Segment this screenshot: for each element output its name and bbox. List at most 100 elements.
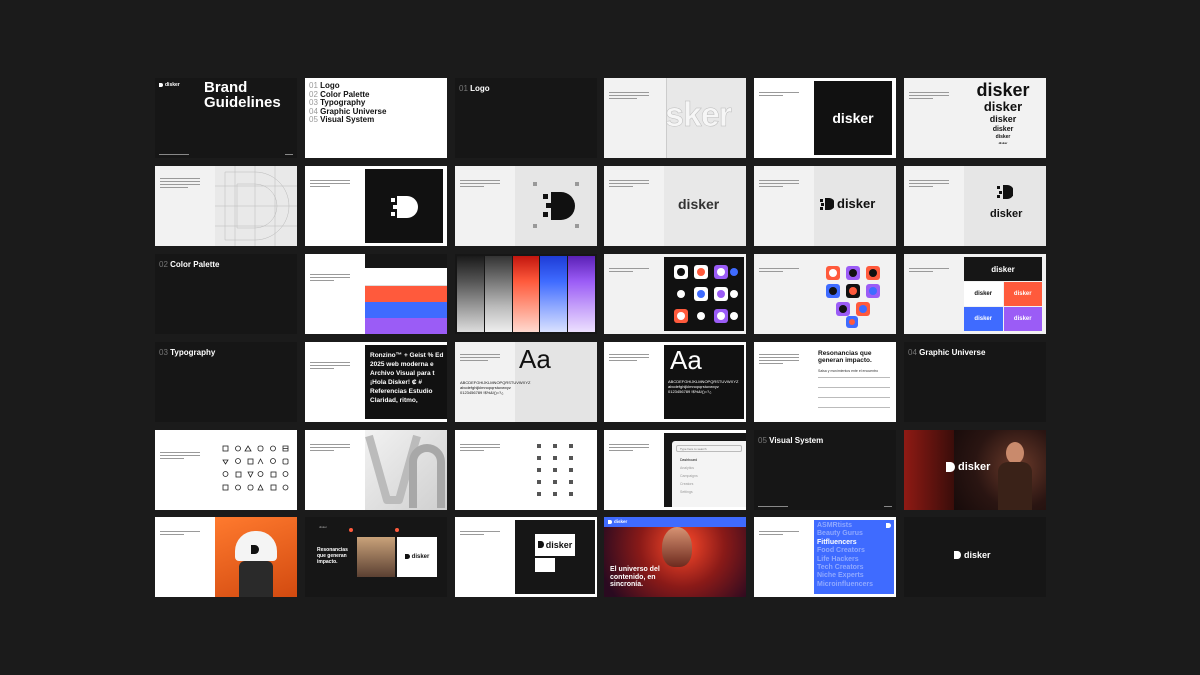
slide-iconography[interactable] <box>155 430 297 510</box>
icon-list-grid <box>537 444 573 496</box>
dot-icon <box>349 528 353 532</box>
variant-white: disker <box>964 282 1003 306</box>
slide-wordmark-clearspace[interactable]: disker <box>604 166 746 246</box>
palette-swatches <box>365 254 447 334</box>
slide-closing-logo[interactable]: disker <box>904 517 1046 597</box>
slide-ui-dashboard[interactable]: Type here to search Dashboard Analytics … <box>604 430 746 510</box>
slide-section-typography[interactable]: 03 Typography <box>155 342 297 422</box>
business-card-back <box>535 558 555 572</box>
nav-item-campaigns[interactable]: Campaigns <box>680 472 746 480</box>
slide-type-specimen[interactable]: Ronzino™ + Geist % Ed 2025 web moderna e… <box>305 342 447 422</box>
scale-gray <box>484 256 512 332</box>
type-specimen-lines: Ronzino™ + Geist % Ed 2025 web moderna e… <box>365 345 447 419</box>
slide-lockup-horizontal[interactable]: disker <box>754 166 896 246</box>
slide-color-scales[interactable] <box>455 254 597 334</box>
swatch-white <box>365 268 447 286</box>
slide-mark-grid[interactable] <box>155 166 297 246</box>
logo-variant-grid: disker disker disker disker disker <box>964 257 1042 331</box>
slide-photo-cap[interactable] <box>155 517 297 597</box>
swatch-purple <box>365 318 447 334</box>
slide-section-color[interactable]: 02 Color Palette <box>155 254 297 334</box>
nav-item-analytics[interactable]: Analytics <box>680 464 746 472</box>
variant-purple: disker <box>1003 307 1042 331</box>
slide-lockup-vertical[interactable]: disker <box>904 166 1046 246</box>
slide-toc[interactable]: 01 Logo 02 Color Palette 03 Typography 0… <box>305 78 447 158</box>
disker-mark-icon <box>886 523 891 528</box>
photo-person-body <box>998 462 1032 510</box>
hierarchy-heading: Resonancias que generan impacto. <box>818 350 872 364</box>
hierarchy-subtitle: Salsa y movimientos ente el encuentro <box>818 369 879 373</box>
disker-mark-icon <box>391 196 418 218</box>
glyph-set: ABCDEFGHIJKLMNOPQRSTUVWXYZ abcdefghijklm… <box>668 379 739 394</box>
circle-square-pattern-icon <box>674 265 738 323</box>
slide-mark-dark[interactable] <box>305 166 447 246</box>
slide-section-graphic[interactable]: 04 Graphic Universe <box>904 342 1046 422</box>
slide-creators-list[interactable]: ASMRtists Beauty Gurus Fitfluencers Food… <box>754 517 896 597</box>
swatch-orange <box>365 286 447 302</box>
body-text <box>460 354 500 363</box>
variant-orange: disker <box>1003 282 1042 306</box>
section-title: 05 Visual System <box>758 436 824 445</box>
body-text <box>160 531 200 537</box>
nav-item-settings[interactable]: Settings <box>680 488 746 496</box>
body-text <box>759 531 799 537</box>
variant-blue: disker <box>964 307 1003 331</box>
photo-person <box>239 561 273 597</box>
photo-person-face <box>1006 442 1024 464</box>
slide-section-logo[interactable]: 01 Logo <box>455 78 597 158</box>
photo-cap-bg <box>215 517 297 597</box>
toc-item: 05 Visual System <box>309 115 375 124</box>
slide-footer <box>159 154 293 155</box>
slide-logo-dark[interactable]: disker <box>754 78 896 158</box>
cover-title: Brand Guidelines <box>204 79 281 111</box>
body-text <box>759 354 799 366</box>
slide-stationery[interactable]: disker <box>455 517 597 597</box>
slide-cover[interactable]: disker Brand Guidelines <box>155 78 297 158</box>
photo-cap <box>235 531 277 561</box>
body-text <box>160 452 200 461</box>
body-text <box>310 180 350 189</box>
mockup-photo <box>357 537 395 577</box>
poster-portrait <box>662 527 692 567</box>
stationery-frame: disker <box>515 520 595 594</box>
mockup-nav: disker <box>319 525 328 529</box>
nav-item-dashboard[interactable]: Dashboard <box>680 456 746 464</box>
logo-overlay: disker <box>946 461 990 473</box>
slide-typeface-primary[interactable]: Aa ABCDEFGHIJKLMNOPQRSTUVWXYZ abcdefghij… <box>455 342 597 422</box>
body-text <box>609 180 649 189</box>
lockup-area: disker <box>814 166 896 246</box>
slide-poster-hero[interactable]: disker El universo del contenido, en sin… <box>604 517 746 597</box>
slide-photo-metro[interactable]: disker <box>904 430 1046 510</box>
disker-mark-icon <box>537 541 544 548</box>
slide-type-hierarchy[interactable]: Resonancias que generan impacto. Salsa y… <box>754 342 896 422</box>
disker-mark-icon <box>997 185 1013 199</box>
body-text <box>609 268 649 274</box>
nav-item-creators[interactable]: Creators <box>680 480 746 488</box>
variant-dark: disker <box>964 257 1042 281</box>
body-text <box>160 178 200 190</box>
slide-color-icons-dark[interactable] <box>604 254 746 334</box>
body-text <box>759 92 799 98</box>
slide-mark-clearspace[interactable] <box>455 166 597 246</box>
section-title: 02 Color Palette <box>159 260 220 269</box>
slide-typeface-secondary[interactable]: Aa ABCDEFGHIJKLMNOPQRSTUVWXYZ abcdefghij… <box>604 342 746 422</box>
mark-on-dark <box>365 169 443 243</box>
brand-logo: disker <box>159 82 180 88</box>
body-text <box>909 268 949 274</box>
slide-web-mockup[interactable]: disker Resonancias que generan impacto. … <box>305 517 447 597</box>
search-input[interactable]: Type here to search <box>676 445 742 452</box>
slide-logo-construction[interactable]: sker <box>604 78 746 158</box>
business-card: disker <box>535 534 575 556</box>
slide-icon-list[interactable] <box>455 430 597 510</box>
slide-logo-color-variants[interactable]: disker disker disker disker disker <box>904 254 1046 334</box>
body-text <box>460 180 500 189</box>
slide-color-palette[interactable] <box>305 254 447 334</box>
slide-graphic-shapes[interactable] <box>305 430 447 510</box>
brand-logo: disker <box>608 519 627 524</box>
lockup-horizontal: disker <box>820 196 875 211</box>
slide-logo-sizes[interactable]: disker disker disker disker disker diske… <box>904 78 1046 158</box>
slide-color-icons-light[interactable] <box>754 254 896 334</box>
icon-grid-dark <box>664 257 744 331</box>
closing-logo: disker <box>954 550 991 560</box>
slide-section-visual[interactable]: 05 Visual System <box>754 430 896 510</box>
